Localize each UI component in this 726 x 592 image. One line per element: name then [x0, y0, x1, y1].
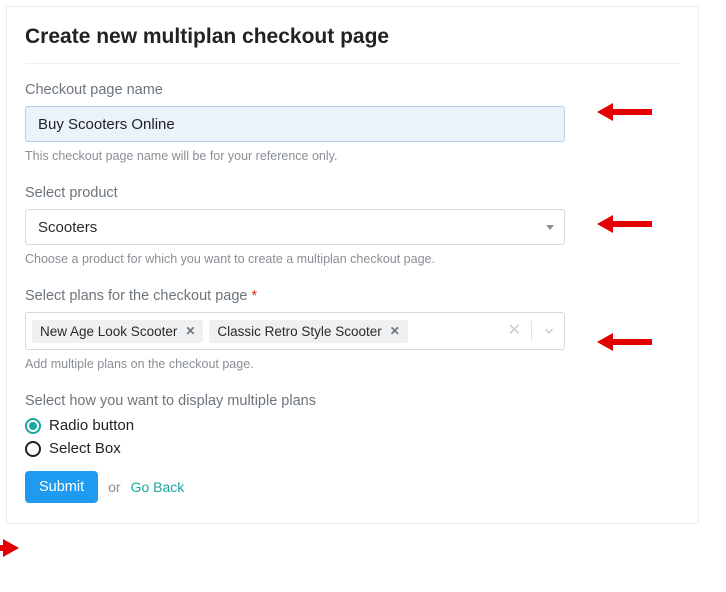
field-label: Checkout page name — [25, 82, 680, 98]
plan-tag-label: Classic Retro Style Scooter — [217, 324, 381, 339]
field-label: Select product — [25, 185, 680, 201]
helper-text: This checkout page name will be for your… — [25, 149, 680, 163]
field-select-plans: Select plans for the checkout page * New… — [25, 288, 680, 371]
radio-option-radio-button[interactable]: Radio button — [25, 417, 680, 434]
form-card: Create new multiplan checkout page Check… — [6, 6, 699, 524]
clear-all-icon[interactable]: ✕ — [508, 323, 521, 339]
multiselect-controls: ✕ — [508, 313, 556, 349]
radio-group: Radio button Select Box — [25, 417, 680, 457]
plan-tag: Classic Retro Style Scooter ✕ — [209, 320, 407, 343]
product-select[interactable]: Scooters — [25, 209, 565, 245]
plans-multiselect[interactable]: New Age Look Scooter ✕ Classic Retro Sty… — [25, 312, 565, 350]
separator — [531, 321, 532, 341]
field-display-style: Select how you want to display multiple … — [25, 393, 680, 457]
radio-icon — [25, 418, 41, 434]
field-label: Select how you want to display multiple … — [25, 393, 680, 409]
field-select-product: Select product Scooters Choose a product… — [25, 185, 680, 266]
required-marker: * — [252, 288, 258, 304]
remove-tag-icon[interactable]: ✕ — [388, 324, 402, 338]
radio-icon — [25, 441, 41, 457]
form-actions: Submit or Go Back — [25, 471, 680, 503]
chevron-down-icon[interactable] — [542, 324, 556, 338]
radio-label: Radio button — [49, 417, 134, 434]
caret-down-icon — [546, 225, 554, 230]
plan-tag: New Age Look Scooter ✕ — [32, 320, 203, 343]
submit-button[interactable]: Submit — [25, 471, 98, 503]
plan-tag-label: New Age Look Scooter — [40, 324, 177, 339]
checkout-name-input[interactable] — [25, 106, 565, 142]
divider — [25, 63, 680, 64]
helper-text: Add multiple plans on the checkout page. — [25, 357, 680, 371]
radio-label: Select Box — [49, 440, 121, 457]
helper-text: Choose a product for which you want to c… — [25, 252, 680, 266]
annotation-arrow-icon — [0, 541, 19, 555]
remove-tag-icon[interactable]: ✕ — [183, 324, 197, 338]
field-checkout-name: Checkout page name This checkout page na… — [25, 82, 680, 163]
product-select-value: Scooters — [38, 219, 97, 236]
or-text: or — [108, 479, 120, 495]
radio-option-select-box[interactable]: Select Box — [25, 440, 680, 457]
page-title: Create new multiplan checkout page — [25, 25, 680, 49]
go-back-link[interactable]: Go Back — [131, 479, 185, 495]
field-label: Select plans for the checkout page * — [25, 288, 680, 304]
